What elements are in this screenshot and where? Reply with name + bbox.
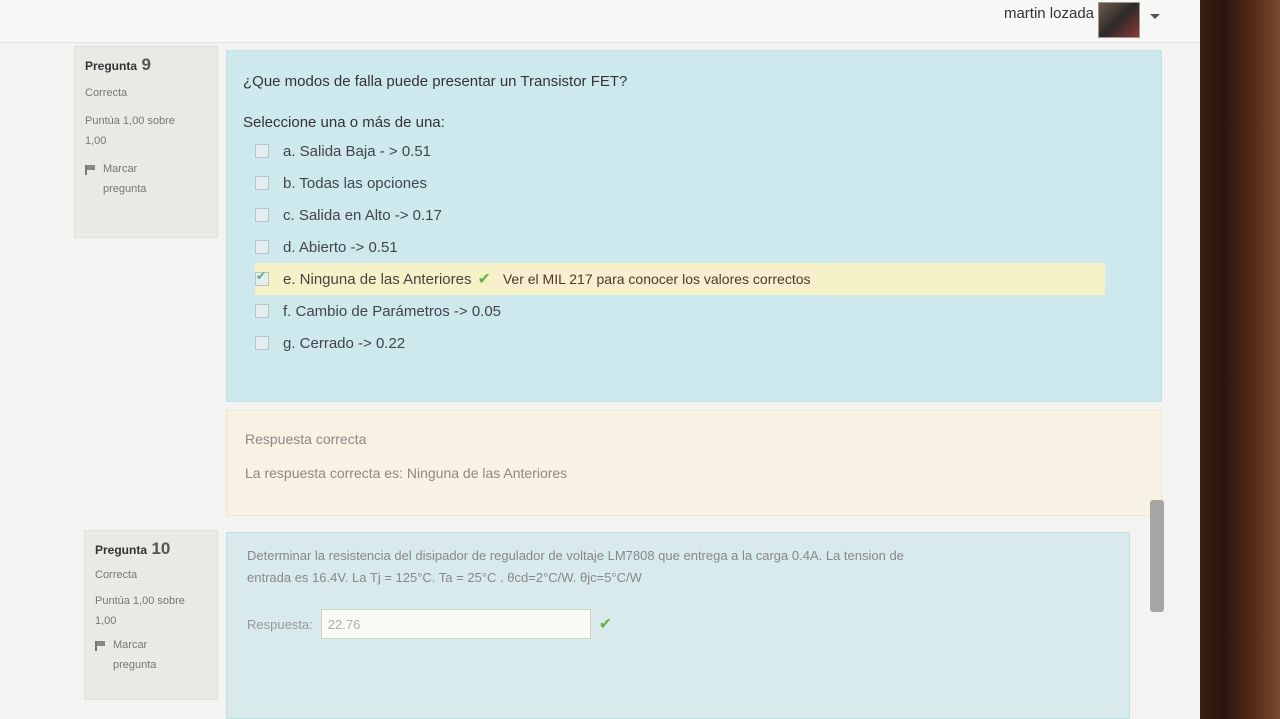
flag-question-button[interactable]: Marcar pregunta bbox=[95, 639, 207, 671]
question-9-outcome: Respuesta correcta La respuesta correcta… bbox=[226, 410, 1162, 516]
option-c[interactable]: c. Salida en Alto -> 0.17 bbox=[255, 199, 1145, 231]
option-g-checkbox[interactable] bbox=[255, 336, 269, 350]
flag-icon bbox=[85, 165, 97, 175]
flag-label-1: Marcar bbox=[113, 639, 148, 651]
user-name[interactable]: martin lozada bbox=[1004, 5, 1094, 22]
option-d-label: d. Abierto -> 0.51 bbox=[283, 238, 398, 256]
option-c-checkbox[interactable] bbox=[255, 208, 269, 222]
option-d-checkbox[interactable] bbox=[255, 240, 269, 254]
question-text: ¿Que modos de falla puede presentar un T… bbox=[243, 73, 628, 90]
question-10-info: Pregunta 10 Correcta Puntúa 1,00 sobre 1… bbox=[84, 530, 218, 700]
flag-label-1: Marcar bbox=[103, 163, 138, 175]
scrollbar-thumb[interactable] bbox=[1150, 500, 1164, 612]
question-text-2: entrada es 16.4V. La Tj = 125°C. Ta = 25… bbox=[247, 570, 642, 585]
flag-label-2: pregunta bbox=[103, 183, 147, 195]
question-text-1: Determinar la resistencia del disipador … bbox=[247, 548, 904, 563]
question-9-heading: Pregunta 9 bbox=[85, 55, 207, 75]
question-status: Correcta bbox=[95, 569, 138, 581]
question-10-content: Determinar la resistencia del disipador … bbox=[226, 532, 1130, 719]
question-number: 9 bbox=[141, 55, 151, 74]
flag-label-2: pregunta bbox=[113, 659, 157, 671]
user-avatar[interactable] bbox=[1098, 2, 1140, 38]
question-status: Correcta bbox=[85, 87, 128, 99]
question-9-info: Pregunta 9 Correcta Puntúa 1,00 sobre 1,… bbox=[74, 46, 218, 238]
options-list: a. Salida Baja - > 0.51 b. Todas las opc… bbox=[255, 135, 1145, 359]
browser-viewport: martin lozada Pregunta 9 Correcta Puntúa… bbox=[0, 0, 1200, 719]
option-b[interactable]: b. Todas las opciones bbox=[255, 167, 1145, 199]
option-b-checkbox[interactable] bbox=[255, 176, 269, 190]
answer-label: Respuesta: bbox=[247, 616, 313, 632]
option-e-checkbox[interactable] bbox=[255, 269, 269, 286]
option-feedback: Ver el MIL 217 para conocer los valores … bbox=[496, 269, 817, 289]
option-g[interactable]: g. Cerrado -> 0.22 bbox=[255, 327, 1145, 359]
option-b-label: b. Todas las opciones bbox=[283, 174, 427, 192]
option-f[interactable]: f. Cambio de Parámetros -> 0.05 bbox=[255, 295, 1145, 327]
option-g-label: g. Cerrado -> 0.22 bbox=[283, 334, 406, 352]
option-f-label: f. Cambio de Parámetros -> 0.05 bbox=[283, 302, 502, 320]
answer-input[interactable]: 22.76 bbox=[320, 609, 591, 639]
question-9-content: ¿Que modos de falla puede presentar un T… bbox=[226, 50, 1162, 402]
outcome-title: Respuesta correcta bbox=[245, 431, 367, 447]
question-number: 10 bbox=[151, 539, 171, 558]
option-f-checkbox[interactable] bbox=[255, 304, 269, 318]
option-e[interactable]: e. Ninguna de las Anteriores ✔ Ver el MIL … bbox=[255, 263, 1105, 295]
question-score-1: Puntúa 1,00 sobre bbox=[95, 595, 185, 607]
correct-tick-icon: ✔ bbox=[477, 271, 491, 288]
option-e-label: e. Ninguna de las Anteriores bbox=[283, 270, 472, 288]
answer-row: Respuesta: 22.76 ✔ bbox=[247, 609, 1109, 639]
top-navbar: martin lozada bbox=[0, 0, 1200, 43]
question-score-1: Puntúa 1,00 sobre bbox=[85, 115, 175, 127]
question-label: Pregunta bbox=[95, 543, 148, 557]
question-label: Pregunta bbox=[85, 59, 138, 73]
option-a-checkbox[interactable] bbox=[255, 144, 269, 158]
option-a[interactable]: a. Salida Baja - > 0.51 bbox=[255, 135, 1145, 167]
question-score-2: 1,00 bbox=[95, 615, 117, 627]
right-answer-text: La respuesta correcta es: Ninguna de las… bbox=[245, 465, 568, 481]
question-10-heading: Pregunta 10 bbox=[95, 539, 207, 559]
correct-tick-icon: ✔ bbox=[598, 616, 613, 633]
monitor-bezel bbox=[1200, 0, 1280, 719]
flag-question-button[interactable]: Marcar pregunta bbox=[85, 163, 207, 195]
option-c-label: c. Salida en Alto -> 0.17 bbox=[283, 206, 442, 224]
answer-prompt: Seleccione una o más de una: bbox=[243, 114, 445, 131]
option-a-label: a. Salida Baja - > 0.51 bbox=[283, 142, 432, 160]
option-d[interactable]: d. Abierto -> 0.51 bbox=[255, 231, 1145, 263]
flag-icon bbox=[95, 641, 107, 651]
user-menu-caret-icon[interactable] bbox=[1150, 14, 1160, 19]
question-score-2: 1,00 bbox=[85, 135, 107, 147]
